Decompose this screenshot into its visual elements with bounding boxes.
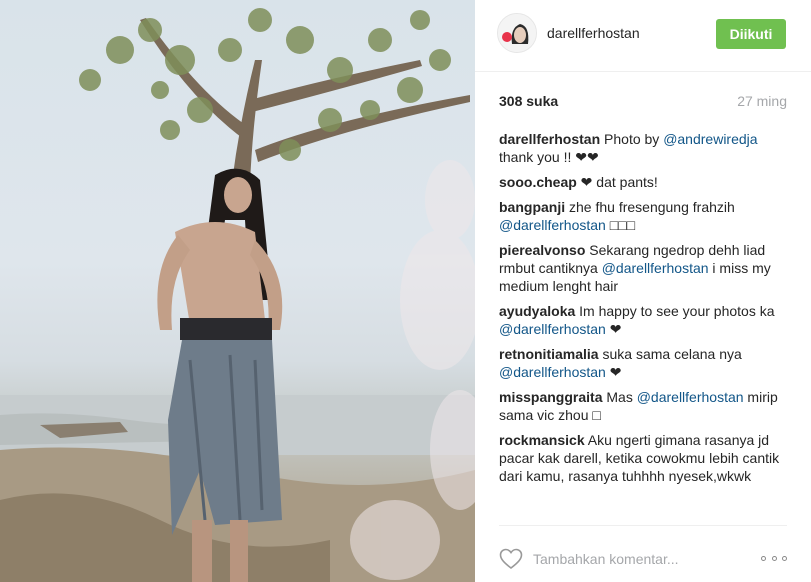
avatar[interactable] (497, 13, 537, 53)
comment-mention[interactable]: @darellferhostan (602, 260, 709, 276)
avatar-image (498, 14, 536, 52)
more-dot (771, 556, 777, 561)
post-stats: 308 suka 27 ming (499, 93, 787, 111)
post-photo[interactable] (0, 0, 475, 582)
comment-list: darellferhostan Photo by @andrewiredja t… (499, 130, 795, 492)
comment-footer (499, 525, 787, 582)
comment-item: sooo.cheap ❤ dat pants! (499, 173, 795, 191)
comment-text: zhe fhu fresengung frahzih (565, 199, 735, 215)
add-comment-input[interactable] (533, 550, 743, 568)
comment-author[interactable]: bangpanji (499, 199, 565, 215)
comment-text: Im happy to see your photos ka (575, 303, 775, 319)
comment-author[interactable]: darellferhostan (499, 131, 600, 147)
comment-mention[interactable]: @darellferhostan (637, 389, 744, 405)
more-dot (782, 556, 787, 561)
more-options-icon[interactable] (761, 556, 787, 562)
like-count[interactable]: 308 suka (499, 93, 558, 109)
comment-text: ❤ (605, 364, 622, 380)
comment-mention[interactable]: @andrewiredja (663, 131, 757, 147)
comment-item: misspanggraita Mas @darellferhostan miri… (499, 388, 795, 424)
comment-text: Photo by (600, 131, 664, 147)
comment-text: suka sama celana nya (598, 346, 742, 362)
comment-item: pierealvonso Sekarang ngedrop dehh liad … (499, 241, 795, 295)
comment-mention[interactable]: @darellferhostan (499, 364, 606, 380)
comment-text: Mas (602, 389, 637, 405)
comment-author[interactable]: ayudyaloka (499, 303, 575, 319)
comment-author[interactable]: retnonitiamalia (499, 346, 599, 362)
comment-text: □□□ (605, 217, 636, 233)
comment-text: ❤ (605, 321, 622, 337)
comment-author[interactable]: sooo.cheap (499, 174, 577, 190)
comment-author[interactable]: rockmansick (499, 432, 585, 448)
post-username[interactable]: darellferhostan (547, 25, 640, 41)
comment-mention[interactable]: @darellferhostan (499, 321, 606, 337)
comment-author[interactable]: pierealvonso (499, 242, 585, 258)
post-header: darellferhostan Diikuti (475, 0, 811, 72)
following-button[interactable]: Diikuti (716, 19, 786, 49)
more-dot (761, 556, 766, 561)
photo-illustration (0, 8, 475, 582)
comment-text: thank you !! ❤❤ (499, 149, 599, 165)
comment-item: retnonitiamalia suka sama celana nya @da… (499, 345, 795, 381)
post-details-panel: darellferhostan Diikuti 308 suka 27 ming… (475, 0, 811, 582)
heart-outline-icon[interactable] (499, 548, 523, 570)
comment-item: bangpanji zhe fhu fresengung frahzih @da… (499, 198, 795, 234)
comment-text: ❤ dat pants! (576, 174, 658, 190)
comment-author[interactable]: misspanggraita (499, 389, 602, 405)
post-age[interactable]: 27 ming (737, 93, 787, 109)
comment-item: ayudyaloka Im happy to see your photos k… (499, 302, 795, 338)
comment-item: rockmansick Aku ngerti gimana rasanya jd… (499, 431, 795, 485)
comment-item: darellferhostan Photo by @andrewiredja t… (499, 130, 795, 166)
comment-mention[interactable]: @darellferhostan (499, 217, 606, 233)
